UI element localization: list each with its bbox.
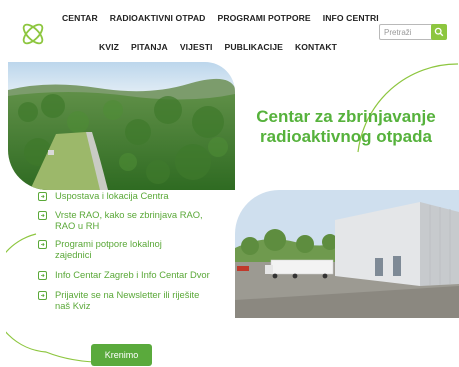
topic-link-list: Uspostava i lokacija Centra Vrste RAO, k… [38, 190, 233, 312]
logo[interactable] [19, 20, 47, 48]
hero-title-line1: Centar za zbrinjavanje [256, 107, 436, 126]
list-item-vrste-rao[interactable]: Vrste RAO, kako se zbrinjava RAO, RAO u … [38, 208, 233, 232]
nav-centar[interactable]: CENTAR [62, 13, 98, 23]
link-icon [38, 210, 47, 220]
search-icon [434, 27, 444, 37]
nav-kviz[interactable]: KVIZ [99, 42, 119, 52]
nav-programi-potpore[interactable]: PROGRAMI POTPORE [217, 13, 310, 23]
search-box [379, 24, 449, 40]
list-item-label: Info Centar Zagreb i Info Centar Dvor [55, 268, 210, 280]
list-item-label: Uspostava i lokacija Centra [55, 190, 169, 201]
hero-title: Centar za zbrinjavanje radioaktivnog otp… [240, 107, 452, 146]
hero-forest-image [8, 62, 235, 190]
search-button[interactable] [431, 24, 447, 40]
list-item-programi[interactable]: Programi potpore lokalnoj zajednici [38, 239, 233, 261]
list-item-newsletter[interactable]: Prijavite se na Newsletter ili riješite … [38, 288, 233, 312]
hero-title-line2: radioaktivnog otpada [260, 126, 432, 146]
nav-kontakt[interactable]: KONTAKT [295, 42, 337, 52]
search-input[interactable] [379, 24, 437, 40]
nav-info-centri[interactable]: INFO CENTRI [323, 13, 379, 23]
link-icon [38, 270, 47, 280]
list-item-info-centar[interactable]: Info Centar Zagreb i Info Centar Dvor [38, 268, 233, 281]
nav-pitanja[interactable]: PITANJA [131, 42, 168, 52]
krenimo-button[interactable]: Krenimo [91, 344, 152, 366]
link-icon [38, 290, 47, 300]
main-nav-row1: CENTAR RADIOAKTIVNI OTPAD PROGRAMI POTPO… [62, 13, 379, 23]
link-icon [38, 240, 47, 250]
list-item-label: Vrste RAO, kako se zbrinjava RAO, RAO u … [55, 208, 203, 231]
nav-vijesti[interactable]: VIJESTI [180, 42, 213, 52]
list-item-label: Prijavite se na Newsletter ili riješite … [55, 288, 200, 311]
list-item-label: Programi potpore lokalnoj zajednici [55, 238, 162, 261]
main-nav-row2: KVIZ PITANJA VIJESTI PUBLIKACIJE KONTAKT [99, 42, 337, 52]
list-item-uspostava[interactable]: Uspostava i lokacija Centra [38, 190, 233, 202]
nav-radioaktivni-otpad[interactable]: RADIOAKTIVNI OTPAD [110, 13, 206, 23]
link-icon [38, 192, 47, 201]
facility-building-image [235, 190, 459, 318]
nav-publikacije[interactable]: PUBLIKACIJE [225, 42, 283, 52]
